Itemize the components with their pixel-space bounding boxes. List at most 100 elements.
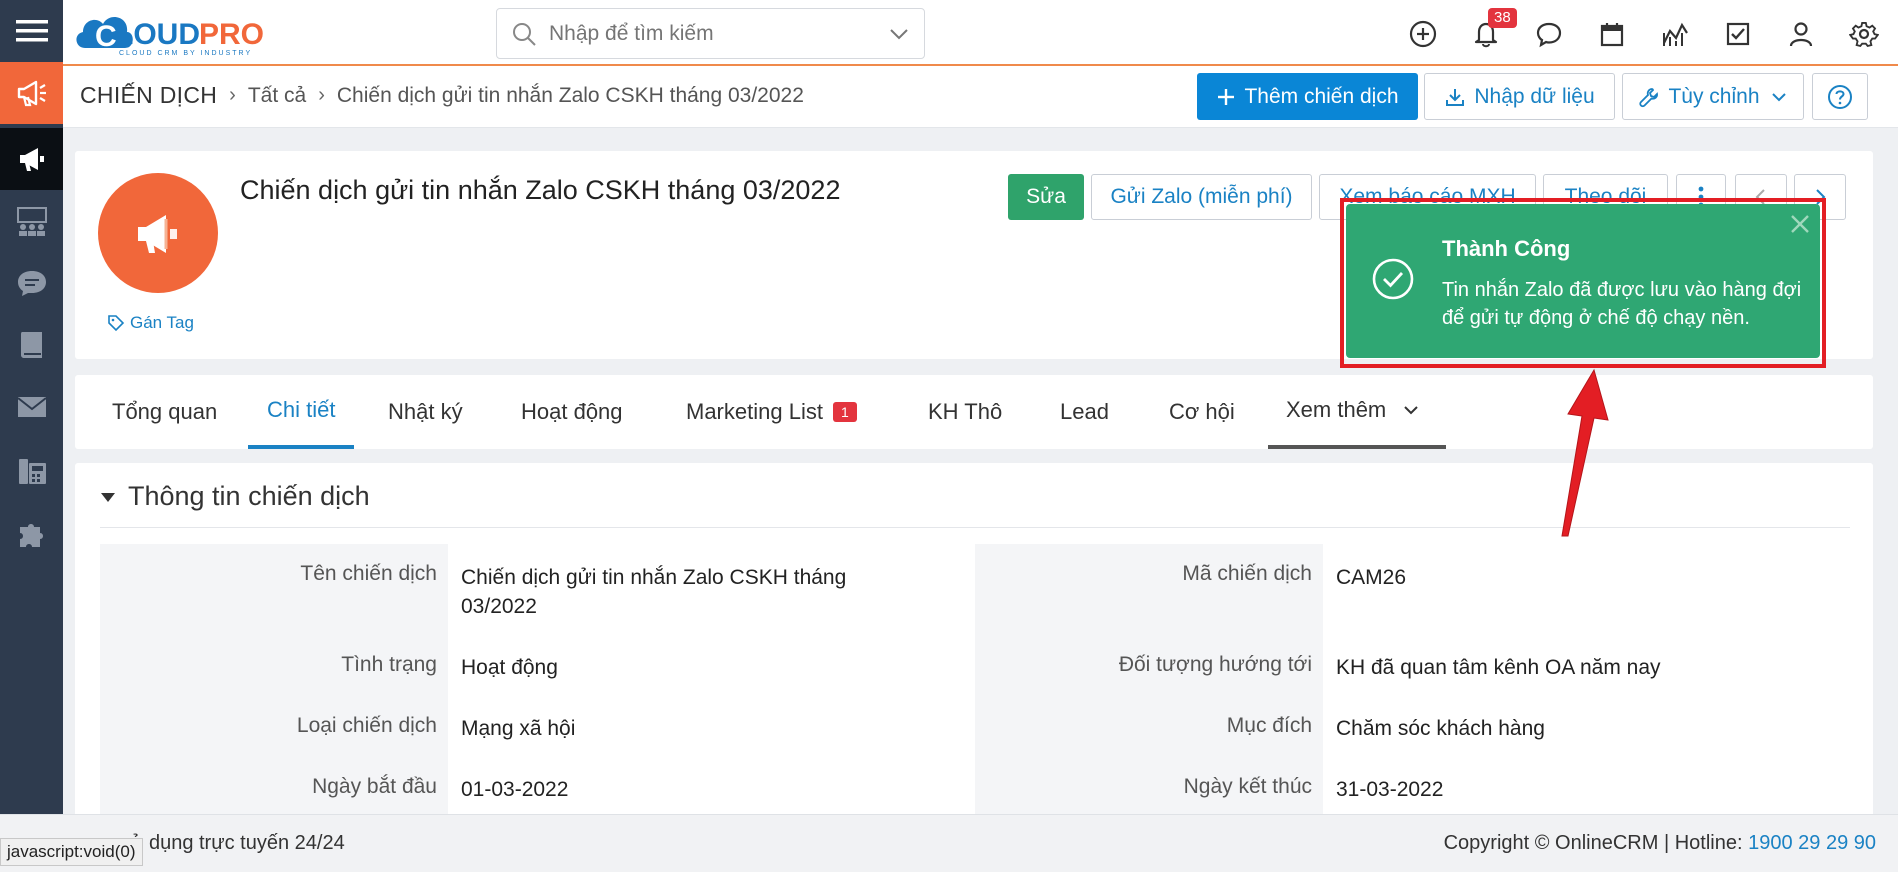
sidebar-item-chat[interactable]: [0, 252, 63, 314]
calendar-button[interactable]: [1592, 14, 1632, 54]
toast-title: Thành Công: [1442, 236, 1571, 261]
tab-more[interactable]: Xem thêm: [1268, 375, 1446, 449]
browser-status-url: javascript:void(0): [0, 838, 143, 866]
help-button[interactable]: [1812, 73, 1868, 120]
sidebar-item-knowledge[interactable]: [0, 314, 63, 376]
sidebar-item-campaign[interactable]: [0, 128, 63, 190]
sidebar-item-phone[interactable]: [0, 440, 63, 502]
field-value[interactable]: KH đã quan tâm kênh OA năm nay: [1336, 653, 1661, 682]
campaign-avatar: [98, 173, 218, 293]
copyright-text: Copyright © OnlineCRM: [1443, 832, 1659, 854]
add-campaign-label: Thêm chiến dịch: [1244, 84, 1399, 108]
customize-label: Tùy chỉnh: [1668, 84, 1760, 108]
import-data-button[interactable]: Nhập dữ liệu: [1424, 73, 1615, 120]
notifications-button[interactable]: 38: [1466, 8, 1517, 54]
field-label: Tình trạng: [341, 653, 437, 676]
top-header: C LOUD PRO CLOUD CRM BY INDUSTRY 38: [63, 0, 1898, 66]
field-value[interactable]: Chăm sóc khách hàng: [1336, 714, 1545, 743]
settings-button[interactable]: [1844, 14, 1884, 54]
help-icon: [1828, 84, 1852, 109]
customize-button[interactable]: Tùy chỉnh: [1622, 73, 1804, 120]
field-label: Đối tượng hướng tới: [1118, 653, 1312, 676]
tab-raw-customers[interactable]: KH Thô: [928, 375, 1002, 449]
megaphone-icon: [17, 80, 46, 107]
field-value[interactable]: Mạng xã hội: [461, 714, 575, 743]
chart-icon: [1663, 22, 1688, 46]
chevron-down-icon[interactable]: [888, 23, 910, 45]
tab-lead[interactable]: Lead: [1060, 375, 1109, 449]
tag-icon: [108, 315, 125, 332]
menu-toggle[interactable]: [0, 0, 63, 62]
edit-button[interactable]: Sửa: [1008, 174, 1084, 220]
envelope-icon: [16, 397, 47, 417]
svg-text:CLOUD CRM BY INDUSTRY: CLOUD CRM BY INDUSTRY: [119, 50, 252, 57]
send-zalo-button[interactable]: Gửi Zalo (miễn phí): [1091, 174, 1312, 220]
tab-label: Nhật ký: [388, 399, 463, 424]
megaphone-icon: [19, 148, 44, 171]
assign-tag-link[interactable]: Gán Tag: [107, 313, 194, 333]
tab-label: Cơ hội: [1169, 399, 1235, 424]
field-label: Mã chiến dịch: [1182, 562, 1312, 585]
tab-overview[interactable]: Tổng quan: [112, 375, 217, 449]
messages-button[interactable]: [1529, 14, 1569, 54]
sidebar-item-meeting[interactable]: [0, 190, 63, 252]
toast-message: Tin nhắn Zalo đã được lưu vào hàng đợi đ…: [1442, 279, 1802, 329]
field-value[interactable]: Hoạt động: [461, 653, 558, 682]
hamburger-icon: [15, 20, 48, 42]
footer: sử dụng trực tuyến 24/24 Copyright © Onl…: [0, 814, 1898, 872]
import-data-label: Nhập dữ liệu: [1474, 84, 1595, 108]
svg-text:PRO: PRO: [199, 18, 264, 51]
sidebar-item-plugins[interactable]: [0, 504, 63, 566]
tasks-button[interactable]: [1718, 14, 1758, 54]
presentation-icon: [16, 207, 47, 236]
plus-circle-icon: [1409, 20, 1437, 48]
svg-text:C: C: [95, 20, 117, 53]
tab-log[interactable]: Nhật ký: [388, 375, 463, 449]
close-icon[interactable]: [1786, 210, 1814, 238]
tab-activities[interactable]: Hoạt động: [521, 375, 623, 449]
sidebar: [0, 0, 63, 872]
plus-icon: [1218, 88, 1235, 105]
hotline-number[interactable]: 1900 29 29 90: [1748, 832, 1876, 854]
footer-divider: |: [1658, 832, 1675, 854]
chat-icon: [1536, 22, 1562, 48]
calendar-icon: [1600, 23, 1624, 47]
search-icon: [513, 22, 536, 46]
search-input[interactable]: [549, 21, 879, 46]
user-profile-button[interactable]: [1781, 14, 1821, 54]
tab-label: Hoạt động: [521, 399, 623, 424]
breadcrumb-current: Chiến dịch gửi tin nhắn Zalo CSKH tháng …: [336, 83, 804, 107]
field-value[interactable]: 01-03-2022: [461, 775, 568, 804]
gear-icon: [1849, 22, 1879, 47]
check-circle-icon: [1372, 258, 1414, 300]
footer-copyright: Copyright © OnlineCRM | Hotline: 1900 29…: [1444, 832, 1876, 855]
global-search[interactable]: [496, 8, 925, 59]
chevron-down-icon: [1404, 406, 1418, 415]
send-zalo-label: Gửi Zalo (miễn phí): [1110, 185, 1293, 208]
breadcrumb-all[interactable]: Tất cả: [248, 84, 306, 108]
tab-details[interactable]: Chi tiết: [248, 375, 355, 449]
section-header[interactable]: Thông tin chiến dịch: [100, 481, 370, 512]
tab-marketing-list[interactable]: Marketing List 1: [686, 375, 857, 449]
sidebar-item-marketing[interactable]: [0, 62, 63, 124]
field-value[interactable]: 31-03-2022: [1336, 775, 1443, 804]
tab-label: Chi tiết: [267, 397, 336, 422]
user-icon: [1789, 22, 1813, 47]
megaphone-icon: [138, 215, 177, 253]
tab-label: KH Thô: [928, 399, 1003, 424]
reports-button[interactable]: [1655, 14, 1695, 54]
hotline-label: Hotline:: [1674, 832, 1743, 854]
field-value[interactable]: Chiến dịch gửi tin nhắn Zalo CSKH tháng …: [461, 563, 901, 621]
sidebar-item-email[interactable]: [0, 376, 63, 438]
breadcrumb-module[interactable]: CHIẾN DỊCH: [80, 82, 217, 109]
add-campaign-button[interactable]: Thêm chiến dịch: [1197, 73, 1418, 120]
quick-create-button[interactable]: [1403, 14, 1443, 54]
edit-label: Sửa: [1026, 185, 1066, 208]
book-icon: [20, 332, 42, 358]
field-label: Loại chiến dịch: [296, 714, 437, 737]
field-label: Ngày bắt đầu: [312, 775, 437, 798]
field-value[interactable]: CAM26: [1336, 563, 1406, 592]
tab-opportunity[interactable]: Cơ hội: [1169, 375, 1235, 449]
puzzle-icon: [19, 524, 43, 547]
cloudpro-logo[interactable]: C LOUD PRO CLOUD CRM BY INDUSTRY: [71, 4, 301, 58]
